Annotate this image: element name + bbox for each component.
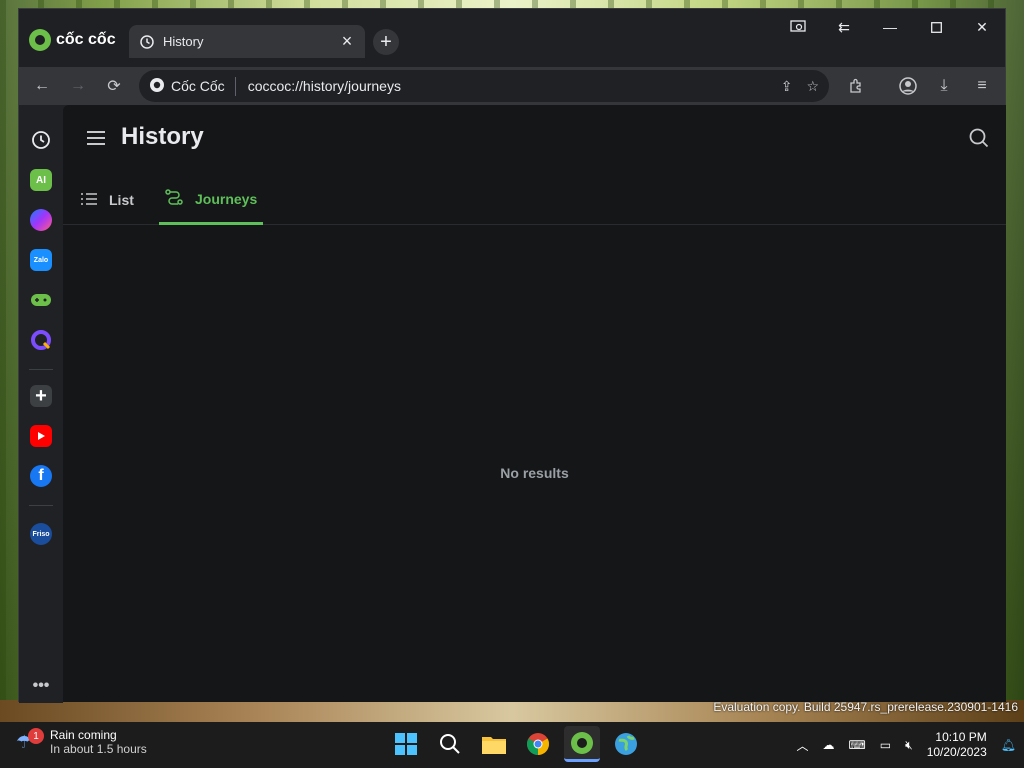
url-text[interactable]: coccoc://history/journeys bbox=[248, 78, 781, 94]
facebook-icon[interactable]: f bbox=[30, 465, 52, 487]
umbrella-icon: ☂ 1 bbox=[16, 728, 44, 756]
display-icon[interactable]: ▭ bbox=[880, 738, 891, 752]
weather-title: Rain coming bbox=[50, 728, 117, 742]
tab-journeys-label: Journeys bbox=[195, 190, 258, 207]
weather-subtitle: In about 1.5 hours bbox=[50, 742, 147, 756]
friso-icon[interactable]: Friso bbox=[30, 523, 52, 545]
list-icon bbox=[81, 192, 97, 208]
tab-history[interactable]: History × bbox=[129, 25, 365, 58]
tab-list-label: List bbox=[109, 192, 134, 208]
menu-icon[interactable]: ≡ bbox=[971, 75, 993, 97]
q-app-icon[interactable] bbox=[30, 329, 52, 351]
side-panel-back-button[interactable]: ⇇ bbox=[821, 15, 867, 39]
journeys-icon bbox=[165, 189, 183, 208]
clock-date: 10/20/2023 bbox=[926, 745, 987, 759]
speaker-muted-icon[interactable]: 🔇︎ bbox=[905, 738, 913, 753]
history-sidebar-icon[interactable] bbox=[30, 129, 52, 151]
coccoc-taskbar-icon[interactable] bbox=[564, 726, 600, 762]
weather-text: Rain coming In about 1.5 hours bbox=[50, 728, 147, 756]
onedrive-icon[interactable]: ☁ bbox=[822, 738, 834, 752]
minimize-button[interactable]: — bbox=[867, 15, 913, 39]
file-explorer-icon[interactable] bbox=[476, 726, 512, 762]
globe-app-icon[interactable] bbox=[608, 726, 644, 762]
tab-journeys[interactable]: Journeys bbox=[159, 175, 264, 225]
left-sidebar: AI Zalo + f Friso ••• bbox=[19, 105, 63, 703]
site-chip[interactable]: Cốc Cốc bbox=[149, 76, 236, 96]
chrome-icon[interactable] bbox=[520, 726, 556, 762]
start-button[interactable] bbox=[388, 726, 424, 762]
sidebar-divider bbox=[29, 505, 53, 506]
taskbar: ☂ 1 Rain coming In about 1.5 hours ︿ ☁ ⌨… bbox=[0, 722, 1024, 768]
maximize-button[interactable] bbox=[913, 15, 959, 39]
history-page: History List Journeys No results bbox=[63, 105, 1006, 702]
search-icon[interactable] bbox=[432, 726, 468, 762]
close-window-button[interactable]: ✕ bbox=[959, 15, 1005, 39]
extensions-icon[interactable] bbox=[845, 75, 867, 97]
more-options-icon[interactable]: ••• bbox=[30, 675, 52, 697]
chevron-up-icon[interactable]: ︿ bbox=[796, 737, 808, 754]
notification-bell-icon[interactable]: 🔔︎ bbox=[1001, 738, 1016, 752]
site-name: Cốc Cốc bbox=[171, 78, 225, 94]
hamburger-menu-icon[interactable] bbox=[87, 131, 105, 145]
messenger-icon[interactable] bbox=[30, 209, 52, 231]
tab-list[interactable]: List bbox=[75, 175, 140, 225]
navigation-toolbar: ← → ⟳ Cốc Cốc coccoc://history/journeys … bbox=[19, 67, 1005, 105]
notification-badge: 1 bbox=[28, 728, 44, 744]
back-button[interactable]: ← bbox=[31, 75, 53, 97]
zalo-icon[interactable]: Zalo bbox=[30, 249, 52, 271]
share-icon[interactable]: ⇪ bbox=[781, 78, 793, 95]
browser-window: cốc cốc History × + ⇇ — ✕ ← → ⟳ Cốc Cốc … bbox=[18, 8, 1006, 703]
close-tab-button[interactable]: × bbox=[339, 31, 355, 51]
brand: cốc cốc bbox=[29, 29, 116, 51]
ai-assistant-icon[interactable]: AI bbox=[30, 169, 52, 191]
bookmark-star-icon[interactable]: ☆ bbox=[806, 78, 819, 95]
brand-name: cốc cốc bbox=[56, 31, 116, 48]
clock-time: 10:10 PM bbox=[935, 730, 987, 744]
system-tray: ︿ ☁ ⌨ ▭ 🔇︎ 10:10 PM 10/20/2023 🔔︎ bbox=[796, 730, 1016, 760]
forward-button[interactable]: → bbox=[67, 75, 89, 97]
history-tabs: List Journeys bbox=[63, 175, 1006, 225]
tab-title: History bbox=[163, 34, 204, 49]
profile-icon[interactable] bbox=[897, 75, 919, 97]
clock[interactable]: 10:10 PM 10/20/2023 bbox=[927, 730, 987, 760]
coccoc-logo-icon bbox=[29, 29, 51, 51]
omnibox-actions: ⇪ ☆ bbox=[781, 78, 819, 95]
keyboard-icon[interactable]: ⌨ bbox=[848, 738, 865, 752]
new-tab-button[interactable]: + bbox=[373, 29, 399, 55]
history-icon bbox=[139, 34, 155, 50]
add-sidebar-app-button[interactable]: + bbox=[30, 385, 52, 407]
taskbar-apps bbox=[388, 726, 644, 762]
coccoc-site-icon bbox=[149, 77, 165, 96]
evaluation-watermark: Evaluation copy. Build 25947.rs_prerelea… bbox=[713, 700, 1018, 714]
search-history-button[interactable] bbox=[968, 127, 990, 149]
address-bar[interactable]: Cốc Cốc coccoc://history/journeys ⇪ ☆ bbox=[139, 70, 829, 102]
youtube-icon[interactable] bbox=[30, 425, 52, 447]
game-controller-icon[interactable] bbox=[30, 289, 52, 311]
weather-widget[interactable]: ☂ 1 Rain coming In about 1.5 hours bbox=[16, 728, 147, 756]
search-tabs-button[interactable] bbox=[775, 15, 821, 39]
window-controls: ⇇ — ✕ bbox=[775, 15, 1005, 39]
sidebar-divider bbox=[29, 369, 53, 370]
download-icon[interactable]: ⤓ bbox=[933, 75, 955, 97]
reload-button[interactable]: ⟳ bbox=[103, 75, 125, 97]
title-bar: cốc cốc History × + ⇇ — ✕ bbox=[19, 9, 1005, 67]
empty-state-text: No results bbox=[500, 465, 569, 481]
page-title: History bbox=[121, 123, 204, 150]
